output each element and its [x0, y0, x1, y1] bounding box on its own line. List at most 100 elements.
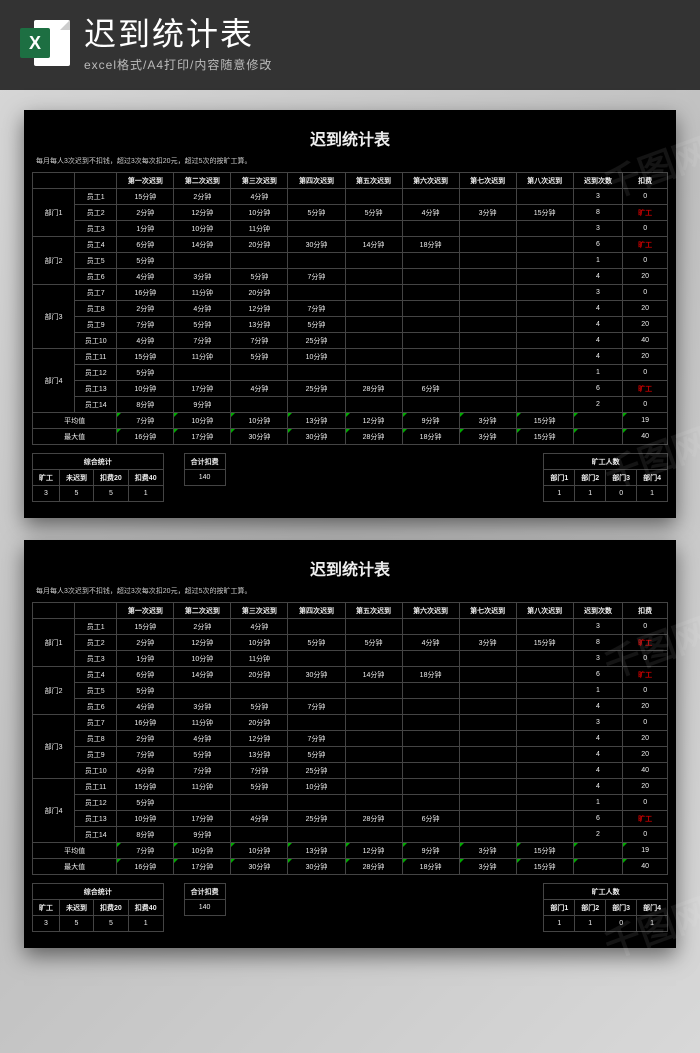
summary-header: 旷工: [33, 900, 60, 916]
late-cell: [402, 221, 459, 237]
late-cell: [516, 365, 573, 381]
summary-table: 综合统计旷工未迟到扣费20扣费403551: [32, 883, 164, 932]
avg-cell: 7分钟: [117, 413, 174, 429]
spreadsheet-preview-1: 迟到统计表每月每人3次迟到不扣钱，超过3次每次扣20元，超过5次的按旷工算。 第…: [24, 110, 676, 518]
late-cell: 5分钟: [174, 317, 231, 333]
summary-header: 扣费40: [128, 470, 163, 486]
summary-table: 综合统计旷工未迟到扣费20扣费403551: [32, 453, 164, 502]
late-cell: 5分钟: [345, 635, 402, 651]
late-cell: [459, 747, 516, 763]
late-cell: [288, 683, 345, 699]
count-cell: 3: [573, 715, 623, 731]
max-cell: 18分钟: [402, 859, 459, 875]
emp-cell: 员工6: [75, 699, 117, 715]
late-cell: 2分钟: [174, 619, 231, 635]
late-cell: 5分钟: [231, 699, 288, 715]
late-cell: 4分钟: [174, 301, 231, 317]
late-cell: 11分钟: [174, 285, 231, 301]
late-cell: 6分钟: [117, 237, 174, 253]
fee-cell: 40: [623, 333, 668, 349]
table-row: 部门4员工1115分钟11分钟5分钟10分钟420: [33, 779, 668, 795]
late-cell: [516, 285, 573, 301]
max-cell: 30分钟: [231, 429, 288, 445]
avg-cell: 3分钟: [459, 843, 516, 859]
fee-cell: 0: [623, 365, 668, 381]
max-cell: [573, 859, 623, 875]
col-header: 第八次迟到: [516, 603, 573, 619]
summary-title: 综合统计: [33, 884, 164, 900]
late-cell: 2分钟: [174, 189, 231, 205]
late-cell: 17分钟: [174, 381, 231, 397]
table-row: 员工31分钟10分钟11分钟30: [33, 651, 668, 667]
late-cell: [402, 301, 459, 317]
late-cell: [516, 349, 573, 365]
count-cell: 1: [573, 365, 623, 381]
late-cell: 8分钟: [117, 827, 174, 843]
count-cell: 4: [573, 731, 623, 747]
late-cell: [402, 747, 459, 763]
late-cell: [288, 285, 345, 301]
avg-cell: [573, 413, 623, 429]
avg-cell: 10分钟: [231, 413, 288, 429]
late-cell: [402, 317, 459, 333]
late-cell: [402, 349, 459, 365]
dept-cell: 部门2: [33, 237, 75, 285]
late-cell: 10分钟: [117, 811, 174, 827]
late-cell: [345, 253, 402, 269]
emp-cell: 员工14: [75, 397, 117, 413]
summary-value: 1: [128, 916, 163, 932]
late-cell: 17分钟: [174, 811, 231, 827]
late-cell: 4分钟: [231, 811, 288, 827]
table-row: 员工64分钟3分钟5分钟7分钟420: [33, 699, 668, 715]
max-cell: 28分钟: [345, 859, 402, 875]
page-subtitle: excel格式/A4打印/内容随意修改: [84, 56, 680, 73]
fee-cell: 20: [623, 269, 668, 285]
late-cell: [402, 285, 459, 301]
count-cell: 1: [573, 253, 623, 269]
fee-cell: 0: [623, 795, 668, 811]
dept-summary-table: 旷工人数部门1部门2部门3部门41101: [543, 453, 668, 502]
late-cell: [459, 763, 516, 779]
col-header: 第七次迟到: [459, 173, 516, 189]
dept-summary-value: 1: [637, 486, 668, 502]
late-cell: [288, 827, 345, 843]
emp-cell: 员工6: [75, 269, 117, 285]
dept-summary-value: 1: [637, 916, 668, 932]
late-cell: 5分钟: [117, 253, 174, 269]
late-cell: [516, 269, 573, 285]
late-cell: [402, 715, 459, 731]
late-cell: 13分钟: [231, 747, 288, 763]
late-cell: [345, 827, 402, 843]
dept-summary-table: 旷工人数部门1部门2部门3部门41101: [543, 883, 668, 932]
total-fee-value: 140: [184, 900, 225, 916]
late-cell: [345, 795, 402, 811]
rule-note: 每月每人3次迟到不扣钱，超过3次每次扣20元，超过5次的按旷工算。: [32, 154, 668, 172]
late-cell: [459, 317, 516, 333]
table-row: 部门3员工716分钟11分钟20分钟30: [33, 285, 668, 301]
fee-cell: 20: [623, 699, 668, 715]
late-cell: [459, 269, 516, 285]
late-cell: 1分钟: [117, 221, 174, 237]
late-cell: [516, 811, 573, 827]
count-cell: 4: [573, 763, 623, 779]
dept-cell: 部门3: [33, 715, 75, 779]
late-cell: [174, 253, 231, 269]
late-cell: [345, 269, 402, 285]
dept-cell: 部门1: [33, 619, 75, 667]
late-cell: [345, 699, 402, 715]
late-cell: [402, 795, 459, 811]
max-cell: [573, 429, 623, 445]
late-cell: [459, 333, 516, 349]
count-cell: 4: [573, 301, 623, 317]
table-row: 员工82分钟4分钟12分钟7分钟420: [33, 301, 668, 317]
late-cell: 4分钟: [231, 381, 288, 397]
max-label: 最大值: [33, 859, 117, 875]
dept-summary-header: 部门4: [637, 900, 668, 916]
late-cell: 15分钟: [117, 619, 174, 635]
count-cell: 3: [573, 189, 623, 205]
dept-summary-header: 部门2: [575, 470, 606, 486]
table-row: 员工1310分钟17分钟4分钟25分钟28分钟6分钟6旷工: [33, 811, 668, 827]
late-cell: [459, 811, 516, 827]
late-cell: [516, 795, 573, 811]
summary-header: 未迟到: [60, 470, 94, 486]
